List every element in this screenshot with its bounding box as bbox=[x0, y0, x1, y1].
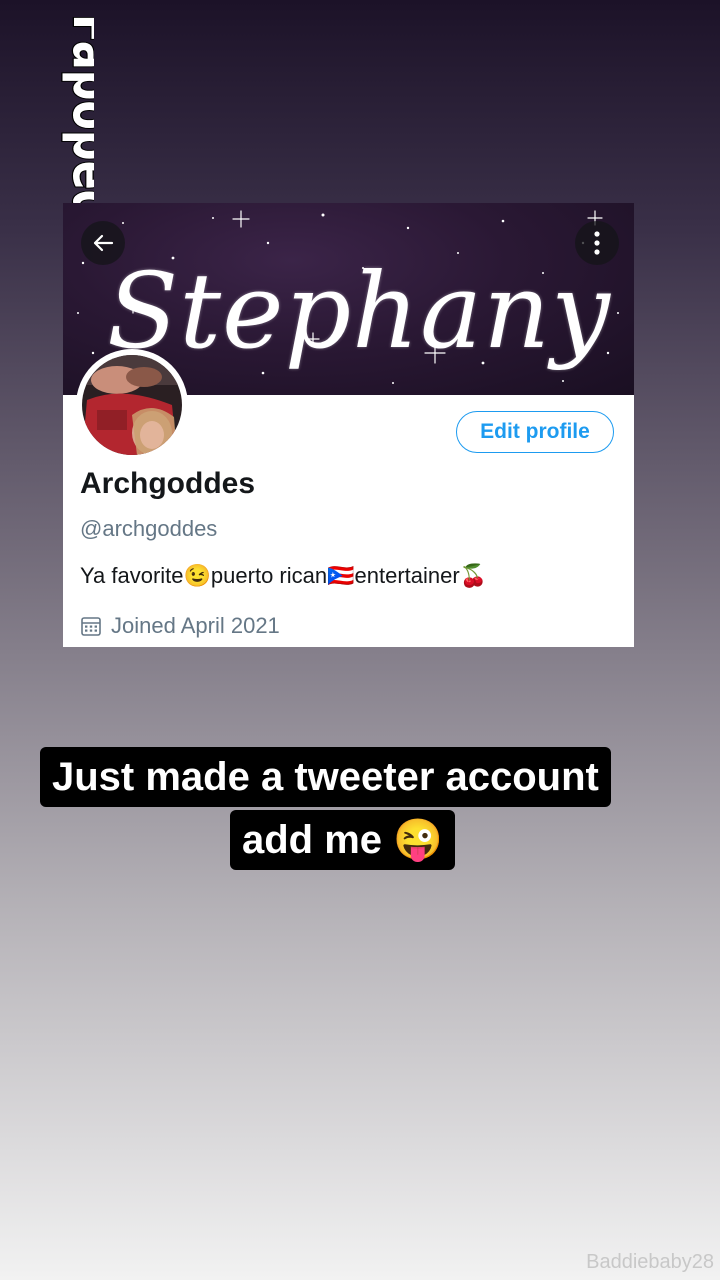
profile-bio: Ya favorite😉puerto rican🇵🇷entertainer🍒 bbox=[80, 563, 488, 588]
story-caption-line-2: add me 😜 bbox=[230, 810, 455, 870]
avatar-photo bbox=[82, 355, 182, 455]
more-options-icon bbox=[594, 231, 600, 255]
display-name: Archgoddes bbox=[80, 467, 256, 500]
username-handle: @archgoddes bbox=[80, 516, 218, 541]
back-arrow-icon bbox=[93, 234, 114, 252]
profile-card: Stephany Edit profile Archgoddes @archgo… bbox=[63, 203, 634, 647]
creator-credit: Baddiebaby28 bbox=[586, 1251, 714, 1273]
more-options-button[interactable] bbox=[575, 221, 619, 265]
joined-date: Joined April 2021 bbox=[80, 613, 280, 639]
banner-title: Stephany bbox=[107, 250, 611, 372]
calendar-icon bbox=[81, 617, 101, 636]
story-caption-line-1: Just made a tweeter account bbox=[40, 747, 611, 807]
joined-text: Joined April 2021 bbox=[111, 613, 280, 638]
edit-profile-button[interactable]: Edit profile bbox=[456, 411, 614, 453]
avatar[interactable] bbox=[82, 355, 182, 455]
back-button[interactable] bbox=[81, 221, 125, 265]
